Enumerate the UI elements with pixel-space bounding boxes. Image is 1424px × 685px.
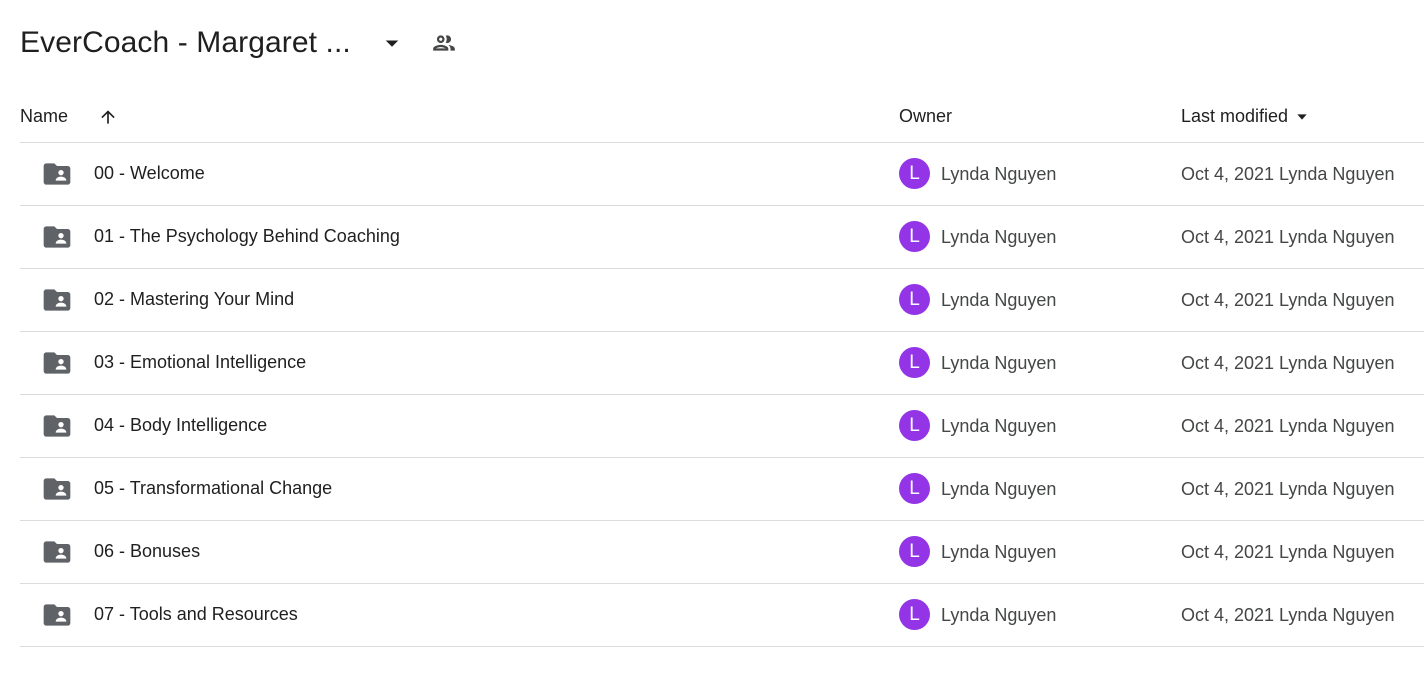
folder-title-button[interactable]: EverCoach - Margaret ... — [20, 26, 407, 60]
owner-avatar: L — [899, 473, 930, 504]
folder-titlebar: EverCoach - Margaret ... — [20, 22, 457, 64]
table-row[interactable]: 07 - Tools and Resources L Lynda Nguyen Oct… — [20, 584, 1424, 647]
owner-name: Lynda Nguyen — [941, 605, 1057, 625]
table-row[interactable]: 02 - Mastering Your Mind L Lynda Nguyen Oct… — [20, 269, 1424, 332]
column-owner-label: Owner — [899, 106, 953, 126]
table-row[interactable]: 00 - Welcome L Lynda Nguyen Oct 4, 2021 Lyn… — [20, 143, 1424, 206]
caret-down-icon — [385, 40, 399, 47]
owner-avatar: L — [899, 158, 930, 189]
file-name[interactable]: 01 - The Psychology Behind Coaching — [94, 226, 400, 247]
table-row[interactable]: 06 - Bonuses L Lynda Nguyen Oct 4, 2021 Lyn… — [20, 521, 1424, 584]
arrow-up-icon[interactable] — [98, 107, 118, 127]
table-row[interactable]: 03 - Emotional Intelligence L Lynda Nguyen… — [20, 332, 1424, 395]
file-name[interactable]: 06 - Bonuses — [94, 541, 200, 562]
table-row[interactable]: 05 - Transformational Change L Lynda Nguye… — [20, 458, 1424, 521]
column-header-owner[interactable]: Owner — [899, 106, 952, 127]
owner-name: Lynda Nguyen — [941, 542, 1057, 562]
last-modified-text: Oct 4, 2021 Lynda Nguyen — [1181, 290, 1395, 310]
last-modified-text: Oct 4, 2021 Lynda Nguyen — [1181, 353, 1395, 373]
last-modified-text: Oct 4, 2021 Lynda Nguyen — [1181, 416, 1395, 436]
file-name[interactable]: 07 - Tools and Resources — [94, 604, 298, 625]
shared-folder-icon — [43, 604, 71, 626]
people-icon[interactable] — [431, 30, 457, 56]
column-modified-label: Last modified — [1181, 106, 1289, 126]
column-header-name[interactable]: Name — [20, 106, 118, 127]
drive-folder-view: EverCoach - Margaret ... Name Owner Last… — [0, 0, 1424, 685]
table-row[interactable]: 04 - Body Intelligence L Lynda Nguyen Oct 4… — [20, 395, 1424, 458]
owner-avatar: L — [899, 347, 930, 378]
owner-avatar: L — [899, 536, 930, 567]
shared-folder-icon — [43, 541, 71, 563]
owner-name: Lynda Nguyen — [941, 479, 1057, 499]
shared-folder-icon — [43, 226, 71, 248]
owner-name: Lynda Nguyen — [941, 290, 1057, 310]
file-name[interactable]: 04 - Body Intelligence — [94, 415, 267, 436]
file-name[interactable]: 02 - Mastering Your Mind — [94, 289, 294, 310]
last-modified-text: Oct 4, 2021 Lynda Nguyen — [1181, 542, 1395, 562]
owner-avatar: L — [899, 599, 930, 630]
file-name[interactable]: 00 - Welcome — [94, 163, 205, 184]
column-header-row: Name Owner Last modified — [20, 96, 1424, 143]
last-modified-text: Oct 4, 2021 Lynda Nguyen — [1181, 605, 1395, 625]
shared-folder-icon — [43, 478, 71, 500]
column-name-label: Name — [20, 106, 69, 126]
file-name[interactable]: 03 - Emotional Intelligence — [94, 352, 306, 373]
file-list: 00 - Welcome L Lynda Nguyen Oct 4, 2021 Lyn… — [20, 143, 1424, 647]
last-modified-text: Oct 4, 2021 Lynda Nguyen — [1181, 227, 1395, 247]
shared-folder-icon — [43, 415, 71, 437]
owner-name: Lynda Nguyen — [941, 164, 1057, 184]
column-header-last-modified[interactable]: Last modified — [1181, 106, 1310, 127]
owner-avatar: L — [899, 410, 930, 441]
file-name[interactable]: 05 - Transformational Change — [94, 478, 332, 499]
owner-avatar: L — [899, 221, 930, 252]
owner-name: Lynda Nguyen — [941, 353, 1057, 373]
owner-name: Lynda Nguyen — [941, 416, 1057, 436]
owner-avatar: L — [899, 284, 930, 315]
shared-folder-icon — [43, 163, 71, 185]
folder-title: EverCoach - Margaret ... — [20, 26, 351, 59]
last-modified-text: Oct 4, 2021 Lynda Nguyen — [1181, 164, 1395, 184]
owner-name: Lynda Nguyen — [941, 227, 1057, 247]
caret-down-icon — [1297, 113, 1307, 120]
shared-folder-icon — [43, 289, 71, 311]
last-modified-text: Oct 4, 2021 Lynda Nguyen — [1181, 479, 1395, 499]
table-row[interactable]: 01 - The Psychology Behind Coaching L Lynd… — [20, 206, 1424, 269]
shared-folder-icon — [43, 352, 71, 374]
